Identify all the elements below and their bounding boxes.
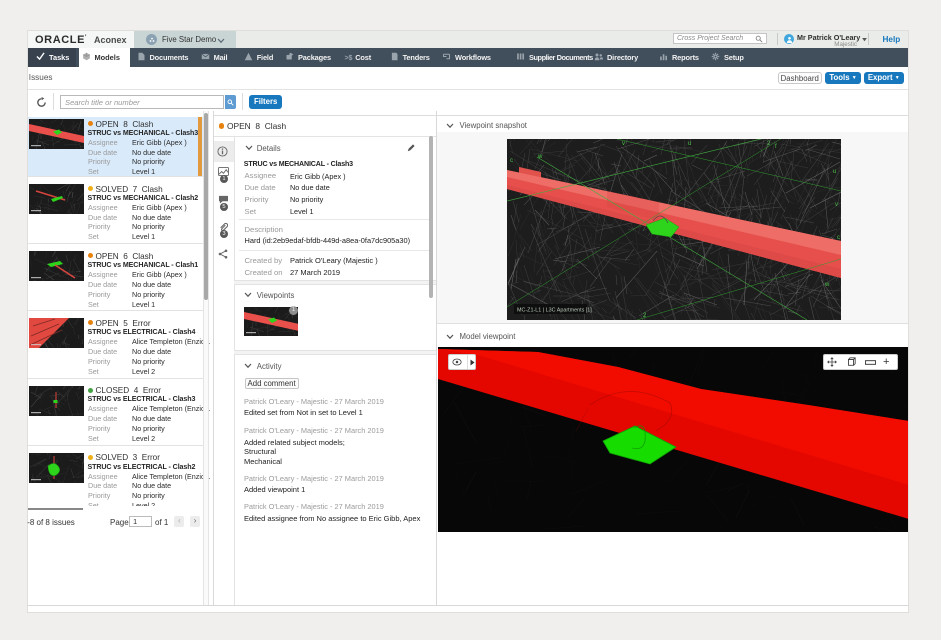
svg-text:w: w (537, 154, 543, 160)
svg-text:MC-Z1-L1 | L3C Apartments [1]: MC-Z1-L1 | L3C Apartments [1] (517, 307, 592, 313)
svg-text:u: u (833, 169, 836, 175)
svg-text:u: u (688, 141, 691, 147)
svg-text:c: c (510, 158, 513, 164)
svg-text:c: c (837, 235, 840, 241)
svg-text:v: v (622, 141, 625, 147)
svg-text:v: v (835, 202, 838, 208)
svg-text:w: w (824, 282, 830, 288)
